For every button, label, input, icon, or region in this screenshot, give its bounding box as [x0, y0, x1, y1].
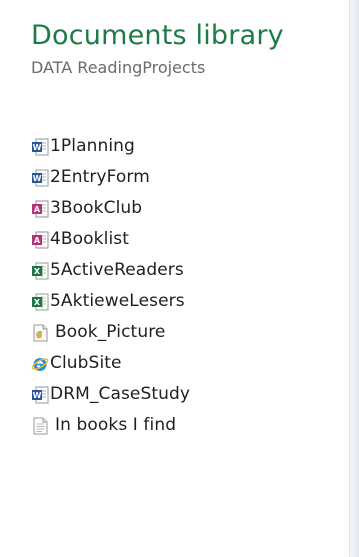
pdf-document-icon: A: [31, 231, 49, 249]
file-item-3bookclub[interactable]: A 3BookClub: [31, 193, 331, 224]
file-item-in-books-i-find[interactable]: In books I find: [31, 410, 331, 441]
word-document-icon: W: [31, 386, 49, 404]
svg-text:W: W: [33, 174, 42, 183]
image-file-icon: [31, 324, 49, 342]
file-item-2entryform[interactable]: W 2EntryForm: [31, 162, 331, 193]
excel-spreadsheet-icon: X: [31, 262, 49, 280]
svg-text:A: A: [34, 236, 41, 245]
file-name: 4Booklist: [50, 229, 129, 249]
file-item-drm-casestudy[interactable]: W DRM_CaseStudy: [31, 379, 331, 410]
svg-text:X: X: [34, 298, 41, 307]
file-item-clubsite[interactable]: ClubSite: [31, 348, 331, 379]
file-name: DRM_CaseStudy: [50, 384, 191, 404]
library-title: Documents library: [31, 20, 284, 51]
file-name: 3BookClub: [50, 198, 143, 218]
library-subtitle: DATA ReadingProjects: [31, 58, 206, 77]
excel-spreadsheet-icon: X: [31, 293, 49, 311]
file-item-4booklist[interactable]: A 4Booklist: [31, 224, 331, 255]
file-list: W 1Planning W 2EntryForm A 3BookClub A 4…: [31, 131, 331, 441]
file-item-book-picture[interactable]: Book_Picture: [31, 317, 331, 348]
pdf-document-icon: A: [31, 200, 49, 218]
file-item-1planning[interactable]: W 1Planning: [31, 131, 331, 162]
svg-text:W: W: [33, 391, 42, 400]
svg-text:X: X: [34, 267, 41, 276]
file-item-5aktiewelesers[interactable]: X 5AktieweLesers: [31, 286, 331, 317]
svg-text:A: A: [34, 205, 41, 214]
text-document-icon: [31, 417, 49, 435]
word-document-icon: W: [31, 138, 49, 156]
file-name: 5ActiveReaders: [50, 260, 184, 280]
internet-explorer-icon: [31, 355, 49, 373]
file-item-5activereaders[interactable]: X 5ActiveReaders: [31, 255, 331, 286]
library-header: Documents library DATA ReadingProjects: [31, 18, 351, 118]
file-name: 2EntryForm: [50, 167, 150, 187]
file-name: ClubSite: [50, 353, 122, 373]
file-name: In books I find: [55, 415, 177, 435]
svg-text:W: W: [33, 143, 42, 152]
file-name: 1Planning: [50, 136, 135, 156]
word-document-icon: W: [31, 169, 49, 187]
file-name: 5AktieweLesers: [50, 291, 185, 311]
file-name: Book_Picture: [55, 322, 166, 342]
